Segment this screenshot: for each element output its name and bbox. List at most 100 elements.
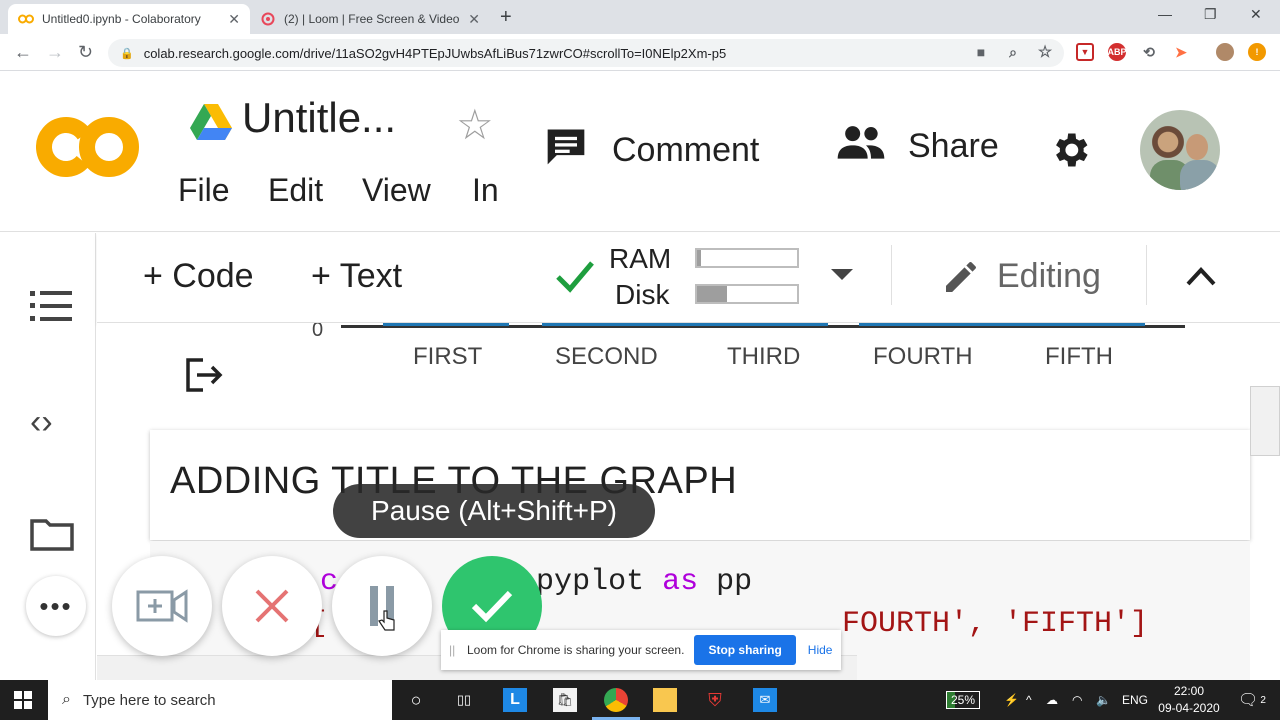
task-view-icon[interactable]: ▯▯	[452, 688, 476, 712]
url-text: colab.research.google.com/drive/11aSO2gv…	[143, 45, 727, 61]
camera-icon[interactable]: ■	[972, 43, 990, 61]
connected-check-icon	[555, 259, 595, 300]
code-line-2-tail: FOURTH', 'FIFTH']	[842, 607, 1149, 641]
search-icon: ⌕	[62, 691, 71, 708]
mcafee-icon[interactable]: ⛨	[703, 688, 727, 712]
zoom-icon[interactable]: ⌕	[1004, 43, 1022, 61]
x-tick-label: FOURTH	[873, 343, 973, 370]
menu-view[interactable]: View	[362, 172, 431, 209]
wifi-icon[interactable]: ◠	[1072, 680, 1082, 720]
x-tick-label: FIRST	[413, 343, 483, 370]
collapse-header-chevron-icon[interactable]	[1185, 265, 1217, 292]
divider	[1146, 245, 1147, 305]
editing-mode-label[interactable]: Editing	[997, 257, 1101, 296]
ram-usage-bar[interactable]	[695, 248, 799, 268]
ram-usage-fill	[697, 250, 701, 266]
check-icon	[471, 590, 513, 623]
folder-icon[interactable]	[30, 517, 74, 556]
new-tab-icon[interactable]: +	[500, 6, 512, 29]
menu-file[interactable]: File	[178, 172, 230, 209]
cortana-icon[interactable]: ○	[404, 688, 428, 712]
google-drive-icon[interactable]	[190, 104, 232, 145]
hide-sharing-bar-link[interactable]: Hide	[808, 643, 833, 657]
volume-icon[interactable]: 🔈	[1096, 680, 1111, 720]
avatar-icon[interactable]	[1216, 43, 1234, 61]
back-icon[interactable]: ←	[14, 42, 32, 63]
chrome-icon[interactable]	[604, 688, 628, 712]
add-text-button[interactable]: + Text	[311, 257, 402, 296]
runtime-dropdown-icon[interactable]	[831, 269, 853, 280]
colab-logo[interactable]	[36, 114, 140, 185]
tab-close-icon[interactable]: ✕	[468, 11, 480, 28]
file-explorer-icon[interactable]	[653, 688, 677, 712]
code-keyword: as	[662, 565, 699, 599]
comment-button[interactable]: Comment	[544, 124, 759, 177]
stop-sharing-button[interactable]: Stop sharing	[694, 635, 796, 665]
tab-close-icon[interactable]: ✕	[228, 11, 240, 28]
screen-sharing-bar: || Loom for Chrome is sharing your scree…	[441, 630, 841, 670]
menu-edit[interactable]: Edit	[268, 172, 323, 209]
tray-chevron-icon[interactable]: ^	[1026, 680, 1032, 720]
onedrive-icon[interactable]: ☁	[1046, 680, 1058, 720]
search-placeholder: Type here to search	[82, 691, 216, 709]
star-icon[interactable]: ☆	[1036, 43, 1054, 61]
forward-icon[interactable]: →	[46, 42, 64, 63]
ext-red-icon[interactable]: ▼	[1076, 43, 1094, 61]
comment-label: Comment	[612, 131, 760, 169]
sharing-message: Loom for Chrome is sharing your screen.	[467, 643, 685, 657]
tab-colab[interactable]: Untitled0.ipynb - Colaboratory ✕	[8, 4, 250, 34]
pause-recording-button[interactable]	[332, 556, 432, 656]
tab-title: (2) | Loom | Free Screen & Video	[284, 12, 460, 26]
x-tick-label: SECOND	[555, 343, 658, 370]
power-plug-icon[interactable]: ⚡	[1004, 680, 1019, 720]
abp-icon[interactable]: ABP	[1108, 43, 1127, 61]
settings-gear-icon[interactable]	[1048, 128, 1092, 177]
colab-header: Untitle... ☆ File Edit View In Comment S…	[0, 72, 1280, 232]
disk-usage-bar[interactable]	[695, 284, 799, 304]
pause-tooltip: Pause (Alt+Shift+P)	[333, 484, 655, 538]
windows-start-icon[interactable]	[14, 691, 32, 714]
vertical-scrollbar-thumb[interactable]	[1250, 386, 1280, 456]
language-indicator[interactable]: ENG	[1122, 680, 1148, 720]
notebook-title[interactable]: Untitle...	[242, 94, 396, 142]
loom-favicon-icon	[260, 11, 276, 27]
pencil-icon	[941, 257, 981, 302]
camera-add-icon	[136, 589, 188, 623]
share-label: Share	[908, 127, 999, 165]
notification-count: 2	[1260, 694, 1266, 706]
output-export-icon[interactable]	[185, 357, 223, 398]
add-code-button[interactable]: + Code	[143, 257, 254, 296]
close-window-icon[interactable]: ✕	[1250, 6, 1262, 23]
user-avatar[interactable]	[1140, 110, 1220, 190]
star-icon[interactable]: ☆	[456, 100, 494, 149]
menu-insert[interactable]: In	[472, 172, 499, 209]
sync-icon[interactable]: ⟲	[1140, 43, 1158, 61]
code-snippets-icon[interactable]: ‹›	[30, 403, 53, 442]
clock[interactable]: 22:00 09-04-2020	[1156, 683, 1222, 717]
toggle-camera-button[interactable]	[112, 556, 212, 656]
minimize-icon[interactable]: —	[1158, 6, 1172, 22]
browser-tab-bar: Untitled0.ipynb - Colaboratory ✕ (2) | L…	[0, 0, 1280, 34]
clock-date: 09-04-2020	[1158, 701, 1220, 715]
drag-handle-icon[interactable]: ||	[449, 643, 461, 657]
disk-label: Disk	[615, 279, 670, 310]
text-cell[interactable]: ADDING TITLE TO THE GRAPH	[150, 430, 1250, 540]
restore-icon[interactable]: ❐	[1204, 6, 1217, 23]
tab-loom[interactable]: (2) | Loom | Free Screen & Video ✕	[250, 4, 490, 34]
bar-base	[859, 323, 1145, 326]
table-of-contents-icon[interactable]	[30, 289, 72, 328]
cancel-recording-button[interactable]	[222, 556, 322, 656]
more-options-icon[interactable]: •••	[26, 576, 86, 636]
app-l-icon[interactable]: L	[503, 688, 527, 712]
share-button[interactable]: Share	[836, 124, 999, 169]
battery-indicator[interactable]: 25%	[946, 680, 981, 720]
notifications-icon[interactable]: 🗨 2	[1238, 680, 1266, 720]
x-tick-label: THIRD	[727, 343, 801, 370]
url-bar[interactable]: 🔒 colab.research.google.com/drive/11aSO2…	[108, 39, 1064, 67]
reload-icon[interactable]: ↻	[78, 42, 93, 63]
loom-ext-icon[interactable]: ➤	[1172, 43, 1190, 61]
mail-icon[interactable]: ✉	[753, 688, 777, 712]
taskbar-search-box[interactable]: ⌕ Type here to search	[48, 680, 392, 720]
store-icon[interactable]: 🛍	[553, 688, 577, 712]
alert-icon[interactable]: !	[1248, 43, 1266, 61]
